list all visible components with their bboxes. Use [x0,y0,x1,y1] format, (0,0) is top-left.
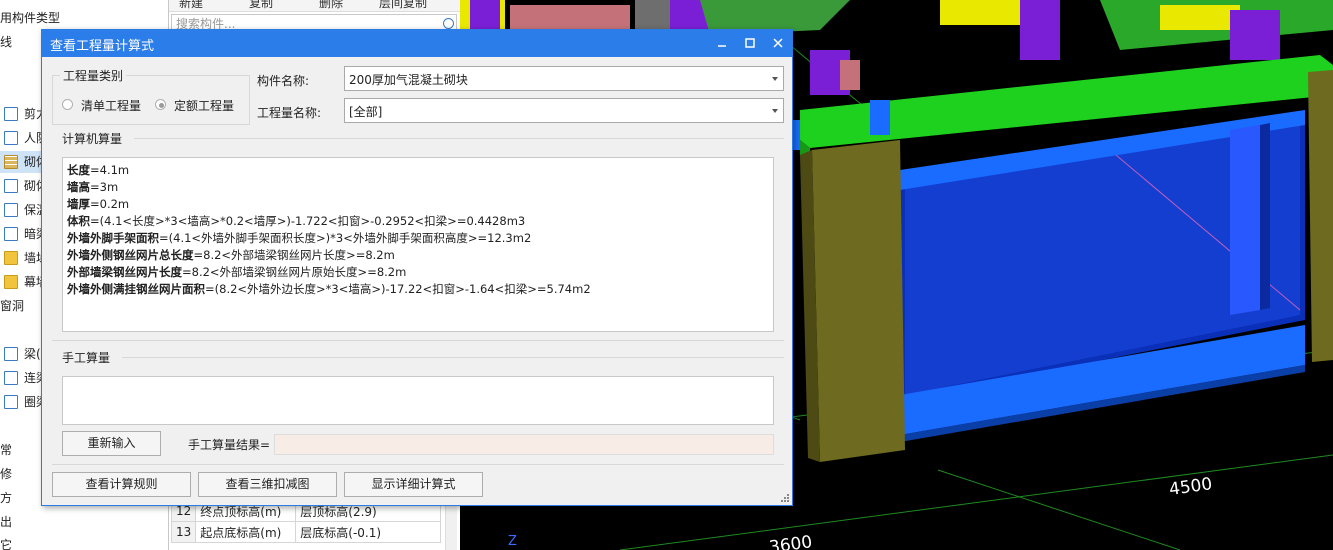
close-icon [773,38,783,48]
manual-calc-input[interactable] [62,376,774,425]
radio-quota-circle[interactable] [155,99,166,110]
formula-expr: =0.2m [90,197,130,211]
view-quantity-formula-dialog: 查看工程量计算式 工程量类别 清单工程量 定额工程量 构件名称: 200厚加气混… [41,29,793,506]
formula-expr: =(4.1<长度>*3<墙高>*0.2<墙厚>)-1.722<扣窗>-0.295… [90,214,526,228]
insulation-icon [4,203,18,217]
component-toolbar: 新建 复制 删除 层间复制 [169,0,461,12]
section-divider [52,464,784,465]
curtain-wall-icon [4,275,18,289]
dialog-titlebar[interactable]: 查看工程量计算式 [42,30,792,57]
dimension-label-3600: 3600 [768,532,814,550]
section-divider [122,357,784,358]
formula-key: 外墙外侧钢丝网片总长度 [67,248,194,262]
formula-line: 外墙外侧钢丝网片总长度=8.2<外部墙梁钢丝网片长度>=8.2m [67,247,769,264]
formula-line: 墙厚=0.2m [67,196,769,213]
computer-calc-section-label: 计算机算量 [62,132,123,146]
chevron-down-icon[interactable] [772,109,778,113]
delete-button[interactable]: 删除 [319,0,343,11]
hidden-beam-icon [4,227,18,241]
z-axis-label: Z [508,534,517,549]
formula-expr: =4.1m [90,163,130,177]
minimize-button[interactable] [708,30,736,57]
property-value[interactable]: 层底标高(-0.1) [295,521,441,543]
properties-table: 12 终点顶标高(m) 层顶标高(2.9) 13 起点底标高(m) 层底标高(-… [170,500,441,543]
brick-reinforcement-icon [4,179,18,193]
formula-line: 长度=4.1m [67,162,769,179]
formula-key: 外部墙梁钢丝网片长度 [67,265,182,279]
formula-expr: =(8.2<外墙外边长度>*3<墙高>)-17.22<扣窗>-1.64<扣梁>=… [205,282,591,296]
tree-item-misc-5[interactable]: 它 [0,535,12,550]
beam-icon [4,347,18,361]
formula-key: 外墙外脚手架面积 [67,231,159,245]
quantity-type-group-label: 工程量类别 [60,67,127,84]
resize-grip-icon[interactable] [780,493,790,503]
reenter-button[interactable]: 重新输入 [62,431,161,456]
tree-item-line[interactable]: 线 [0,32,12,52]
quantity-name-label: 工程量名称: [257,106,322,120]
tree-item-beam[interactable]: 梁( [24,344,41,364]
brick-wall-icon [4,155,18,169]
component-name-value: 200厚加气混凝土砌块 [349,73,468,87]
radio-bill-circle[interactable] [62,99,73,110]
row-number: 13 [170,521,197,543]
tree-item-misc-4[interactable]: 出 [0,512,12,532]
copy-button[interactable]: 复制 [249,0,273,11]
manual-calc-section-label: 手工算量 [62,351,111,365]
minimize-icon [718,45,726,47]
radio-quota-label[interactable]: 定额工程量 [174,97,234,114]
tree-item-misc-3[interactable]: 方 [0,488,12,508]
formula-line: 体积=(4.1<长度>*3<墙高>*0.2<墙厚>)-1.722<扣窗>-0.2… [67,213,769,230]
component-name-label: 构件名称: [257,74,310,88]
ring-beam-icon [4,395,18,409]
view-calc-rules-button[interactable]: 查看计算规则 [52,472,191,497]
maximize-icon [745,38,755,48]
property-name: 起点底标高(m) [195,521,297,543]
formula-key: 墙厚 [67,197,90,211]
tree-item-misc-1[interactable]: 常 [0,440,12,460]
maximize-button[interactable] [736,30,764,57]
shear-wall-icon [4,107,18,121]
formula-line: 外部墙梁钢丝网片长度=8.2<外部墙梁钢丝网片原始长度>=8.2m [67,264,769,281]
wall-pier-icon [4,251,18,265]
dimension-label-4500: 4500 [1168,474,1214,500]
quantity-name-value: [全部] [349,105,383,119]
link-beam-icon [4,371,18,385]
section-divider [134,138,784,139]
formula-line: 墙高=3m [67,179,769,196]
floor-copy-button[interactable]: 层间复制 [379,0,427,11]
formula-expr: =(4.1<外墙外脚手架面积长度>)*3<外墙外脚手架面积高度>=12.3m2 [159,231,532,245]
formula-text-area[interactable]: 长度=4.1m 墙高=3m 墙厚=0.2m 体积=(4.1<长度>*3<墙高>*… [62,157,774,332]
view-3d-deduction-button[interactable]: 查看三维扣减图 [198,472,337,497]
quantity-name-select[interactable]: [全部] [344,98,784,123]
panel-header: 用构件类型 [0,11,61,25]
formula-expr: =8.2<外部墙梁钢丝网片原始长度>=8.2m [182,265,407,279]
close-button[interactable] [764,30,792,57]
show-detail-formula-button[interactable]: 显示详细计算式 [344,472,483,497]
manual-result-field[interactable] [274,434,774,455]
search-icon[interactable] [443,18,454,29]
formula-key: 外墙外侧满挂钢丝网片面积 [67,282,205,296]
formula-key: 墙高 [67,180,90,194]
formula-line: 外墙外脚手架面积=(4.1<外墙外脚手架面积长度>)*3<外墙外脚手架面积高度>… [67,230,769,247]
component-name-select[interactable]: 200厚加气混凝土砌块 [344,66,784,91]
formula-expr: =3m [90,180,119,194]
manual-result-label: 手工算量结果= [188,438,271,452]
new-button[interactable]: 新建 [179,0,203,11]
section-divider [52,340,784,341]
formula-line: 外墙外侧满挂钢丝网片面积=(8.2<外墙外边长度>*3<墙高>)-17.22<扣… [67,281,769,298]
civil-defense-icon [4,131,18,145]
formula-key: 体积 [67,214,90,228]
formula-key: 长度 [67,163,90,177]
formula-expr: =8.2<外部墙梁钢丝网片长度>=8.2m [193,248,395,262]
radio-bill-label[interactable]: 清单工程量 [81,97,141,114]
tree-item-window-opening[interactable]: 窗洞 [0,296,24,316]
chevron-down-icon[interactable] [772,77,778,81]
table-row[interactable]: 13 起点底标高(m) 层底标高(-0.1) [170,521,441,543]
tree-item-misc-2[interactable]: 修 [0,464,12,484]
dialog-title: 查看工程量计算式 [50,39,155,54]
